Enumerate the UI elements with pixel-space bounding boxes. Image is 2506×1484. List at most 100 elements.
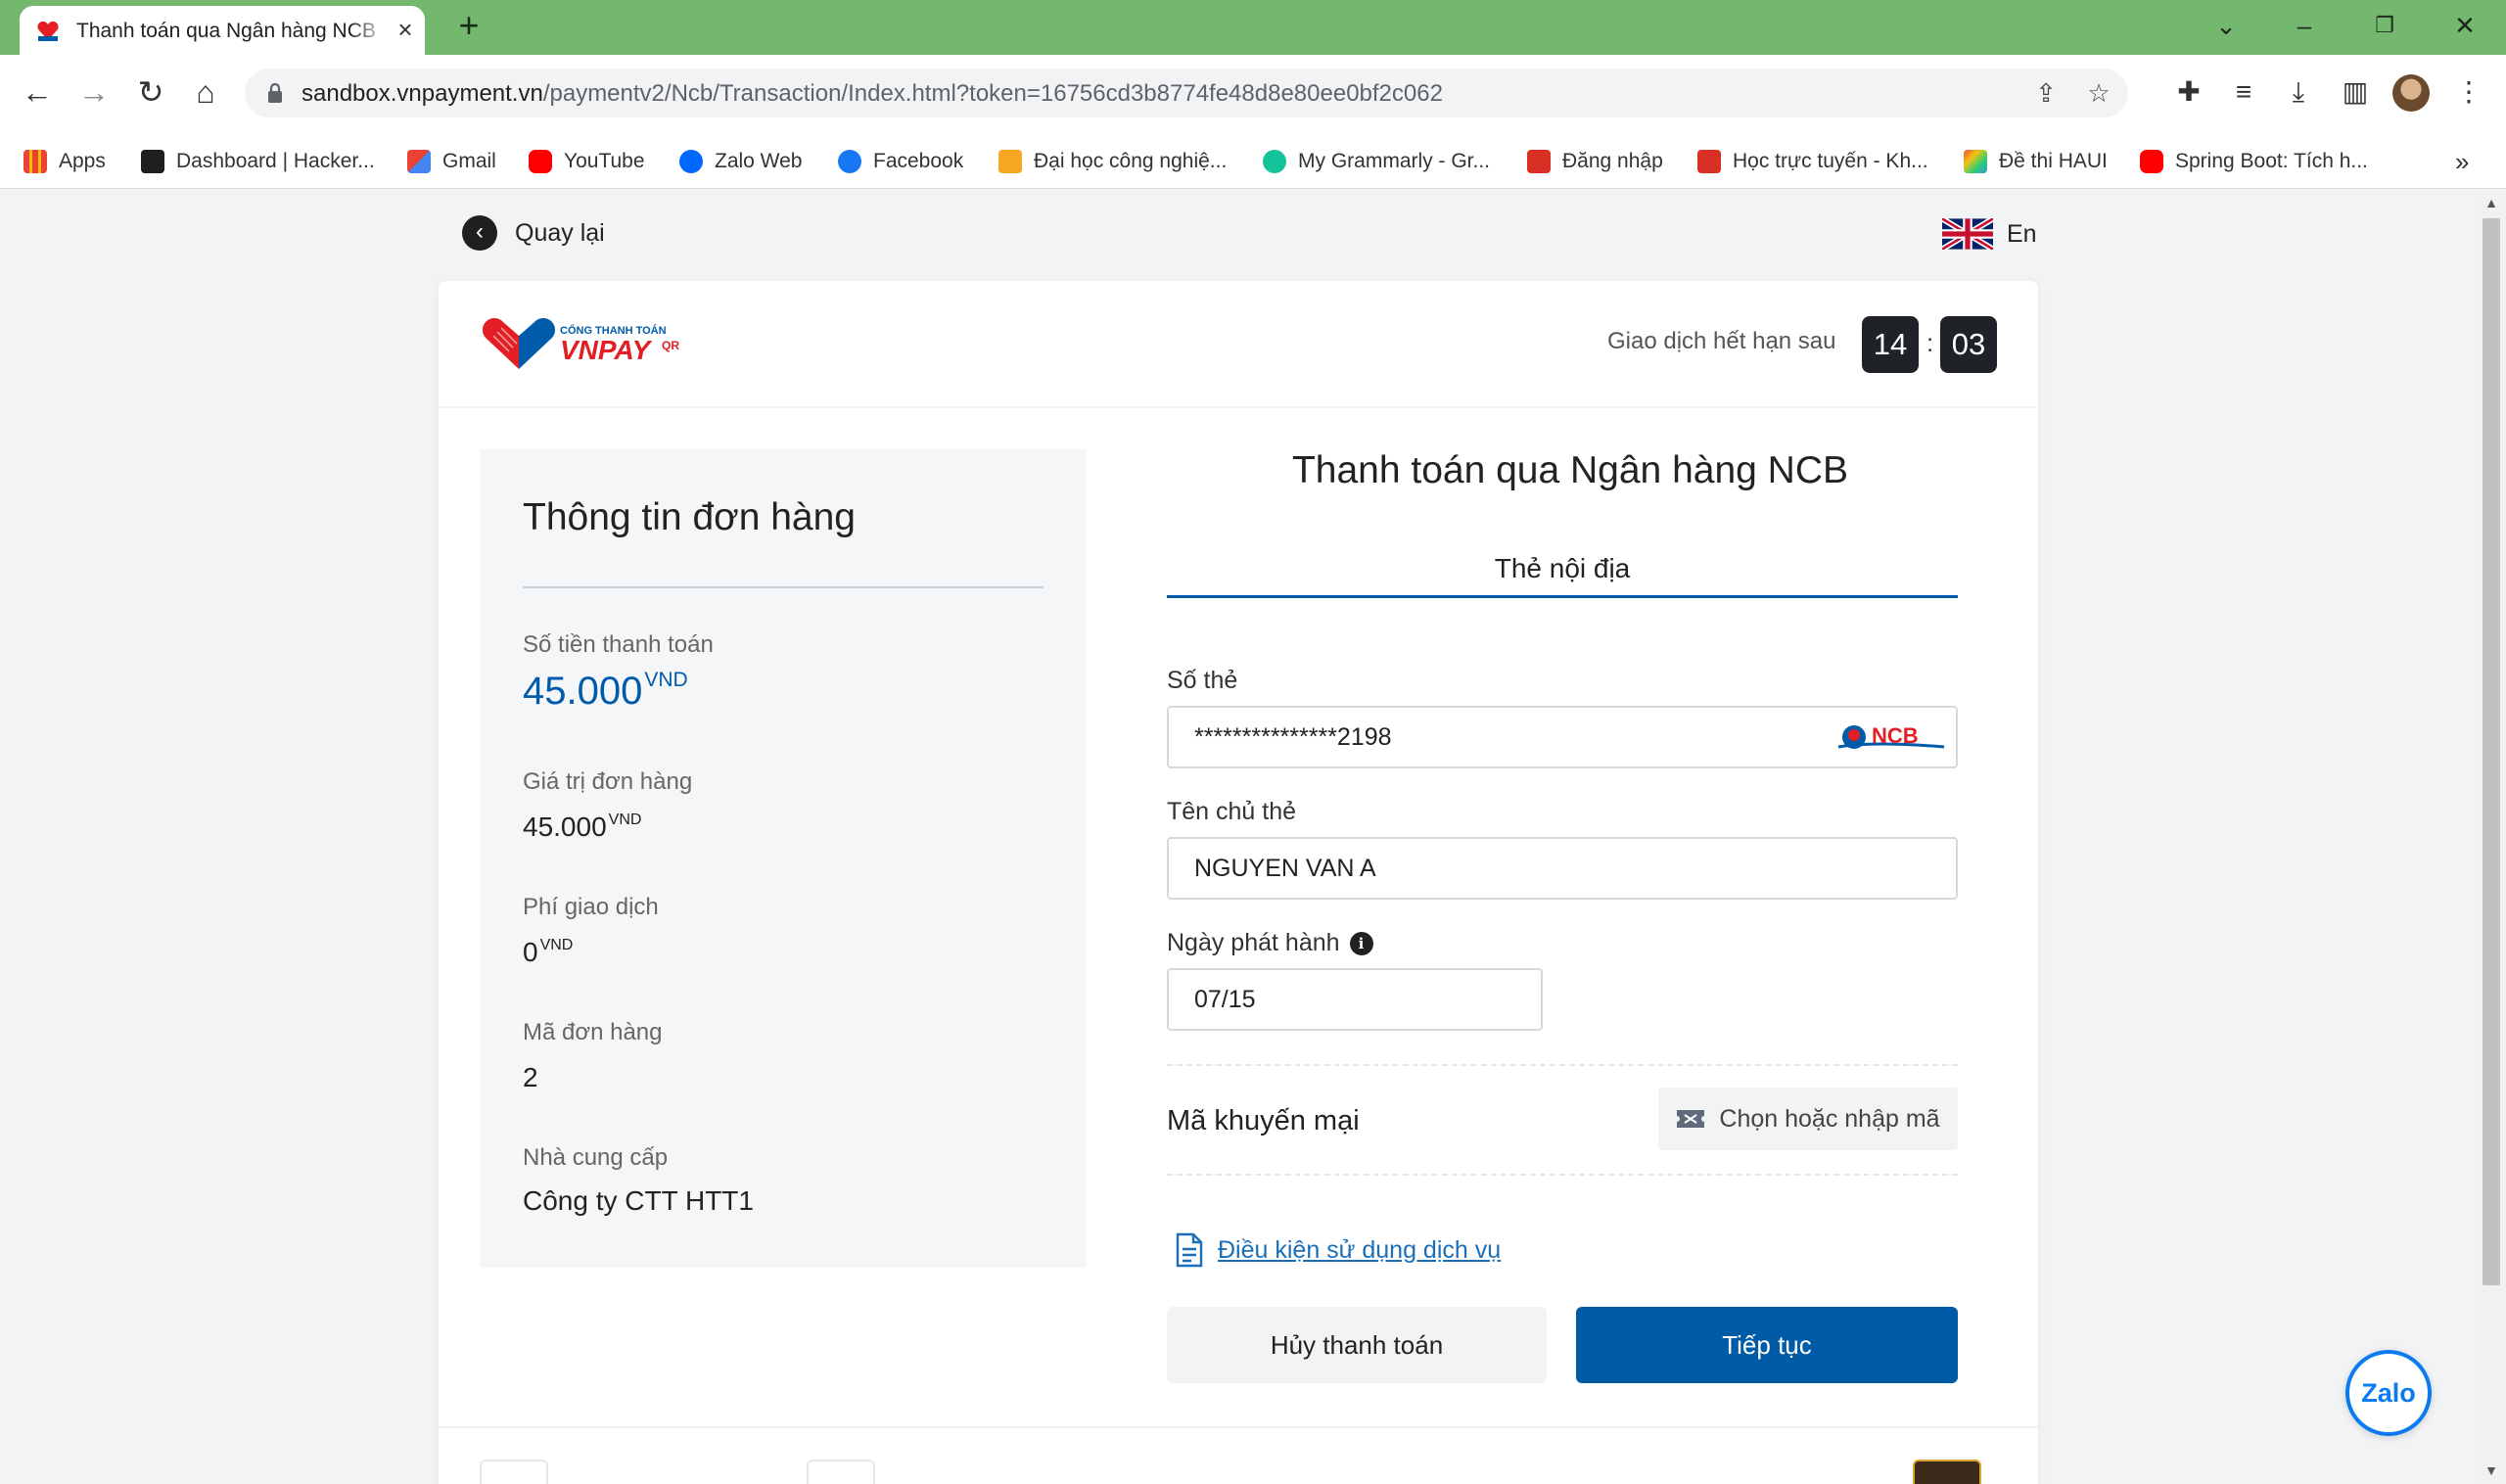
bookmark-star-icon[interactable]: ☆ (2083, 77, 2114, 109)
language-label: En (2007, 219, 2037, 248)
promo-label: Mã khuyến mại (1167, 1105, 1360, 1136)
download-icon[interactable]: ⤓ (2279, 72, 2318, 112)
back-arrow-icon[interactable]: ← (18, 72, 57, 112)
card-number-label: Số thẻ (1167, 667, 1238, 694)
share-icon[interactable]: ⇪ (2030, 77, 2062, 109)
card-footer-divider (439, 1426, 2038, 1428)
grammarly-icon (1263, 150, 1286, 173)
tab-close-icon[interactable]: × (392, 16, 419, 43)
hackerrank-icon (141, 150, 164, 173)
facebook-icon (838, 150, 861, 173)
gmail-icon (407, 150, 431, 173)
bookmark-youtube[interactable]: YouTube (529, 145, 645, 178)
bookmark-hackerrank[interactable]: Dashboard | Hacker... (141, 145, 375, 178)
bookmark-zalo-web[interactable]: Zalo Web (679, 145, 803, 178)
extensions-puzzle-icon[interactable]: ✚ (2169, 72, 2208, 112)
tab-strip: Thanh toán qua Ngân hàng NCB × + ⌄ – ❐ ✕ (0, 0, 2506, 55)
menu-kebab-icon[interactable]: ⋮ (2449, 72, 2488, 112)
bookmark-hoc-truc-tuyen[interactable]: Học trực tuyến - Kh... (1697, 145, 1928, 178)
order-value-label: Giá trị đơn hàng (523, 768, 693, 795)
terms-link[interactable]: Điều kiện sử dụng dịch vụ (1175, 1232, 1501, 1268)
url-text: sandbox.vnpayment.vn/paymentv2/Ncb/Trans… (302, 80, 1443, 107)
promo-divider-top (1167, 1064, 1958, 1066)
page-scrollbar[interactable]: ▲ ▼ (2477, 189, 2506, 1484)
issue-date-field[interactable]: 07/15 (1167, 968, 1543, 1031)
provider-value: Công ty CTT HTT1 (523, 1185, 754, 1216)
bookmarks-overflow-icon[interactable]: » (2455, 147, 2469, 177)
holder-name-field[interactable]: NGUYEN VAN A (1167, 837, 1958, 900)
reload-icon[interactable]: ↻ (131, 72, 170, 112)
colorful-icon (1964, 150, 1987, 173)
timer-separator: : (1926, 328, 1934, 357)
bookmark-apps[interactable]: Apps (23, 145, 106, 178)
restore-icon[interactable]: ❐ (2365, 8, 2404, 43)
order-id-label: Mã đơn hàng (523, 1019, 663, 1045)
issue-date-label-row: Ngày phát hành i (1167, 929, 1373, 957)
minimize-icon[interactable]: – (2285, 8, 2324, 43)
back-link[interactable]: ‹ Quay lại (462, 214, 605, 252)
order-value: 45.000 VND (523, 812, 642, 842)
browser-toolbar: ← → ↻ ⌂ sandbox.vnpayment.vn/paymentv2/N… (0, 55, 2506, 135)
order-info-title: Thông tin đơn hàng (523, 496, 856, 538)
browser-chrome: Thanh toán qua Ngân hàng NCB × + ⌄ – ❐ ✕… (0, 0, 2506, 189)
zalo-chat-button[interactable]: Zalo (2345, 1350, 2432, 1436)
tab-search-chevron-icon[interactable]: ⌄ (2206, 8, 2246, 43)
fee-label: Phí giao dịch (523, 894, 659, 920)
holder-name-label: Tên chủ thẻ (1167, 798, 1297, 825)
tab-domestic-card[interactable]: Thẻ nội địa (1167, 537, 1958, 598)
bookmark-dang-nhap[interactable]: Đăng nhập (1527, 145, 1663, 178)
media-queue-icon[interactable]: ≡ (2224, 72, 2263, 112)
amount-label: Số tiền thanh toán (523, 631, 714, 658)
card-number-value: ***************2198 (1194, 723, 1392, 751)
side-panel-icon[interactable]: ▥ (2336, 72, 2375, 112)
ticket-icon (1677, 1110, 1705, 1128)
bookmark-facebook[interactable]: Facebook (838, 145, 963, 178)
cancel-payment-button[interactable]: Hủy thanh toán (1167, 1307, 1547, 1383)
new-tab-button[interactable]: + (452, 8, 486, 43)
holder-name-value: NGUYEN VAN A (1194, 855, 1376, 882)
info-icon[interactable]: i (1349, 931, 1373, 955)
issue-date-value: 07/15 (1194, 986, 1256, 1013)
svg-text:QR: QR (662, 339, 679, 352)
youtube-icon (2140, 150, 2163, 173)
bookmark-gmail[interactable]: Gmail (407, 145, 496, 178)
document-icon (1176, 1232, 1203, 1268)
promo-divider-bottom (1167, 1174, 1958, 1176)
timer-minutes: 14 (1862, 316, 1919, 373)
order-id-value: 2 (523, 1062, 538, 1092)
youtube-icon (529, 150, 552, 173)
forward-arrow-icon[interactable]: → (74, 72, 114, 112)
bookmark-university[interactable]: Đại học công nghiệ... (998, 145, 1227, 178)
apps-grid-icon (23, 150, 47, 173)
bookmark-grammarly[interactable]: My Grammarly - Gr... (1263, 145, 1490, 178)
code-icon (1697, 150, 1721, 173)
bookmark-de-thi-haui[interactable]: Đề thi HAUI (1964, 145, 2108, 178)
scroll-up-arrow-icon[interactable]: ▲ (2477, 191, 2506, 214)
scroll-down-arrow-icon[interactable]: ▼ (2477, 1459, 2506, 1482)
fee-value: 0 VND (523, 937, 574, 967)
browser-tab-active[interactable]: Thanh toán qua Ngân hàng NCB × (20, 6, 425, 55)
card-number-field[interactable]: ***************2198 NCB (1167, 706, 1958, 768)
payment-card: CỔNG THANH TOÁN VNPAY QR Giao dịch hết h… (439, 281, 2038, 1484)
home-icon[interactable]: ⌂ (186, 72, 225, 112)
back-label: Quay lại (515, 218, 605, 247)
continue-button[interactable]: Tiếp tục (1576, 1307, 1958, 1383)
terms-link-text: Điều kiện sử dụng dịch vụ (1218, 1235, 1502, 1264)
bookmark-spring-boot[interactable]: Spring Boot: Tích h... (2140, 145, 2368, 178)
vnpay-qr-logo: CỔNG THANH TOÁN VNPAY QR (482, 317, 679, 369)
page-viewport: ‹ Quay lại En CỔNG THANH TOÁN VNPAY QR G… (0, 189, 2506, 1484)
promo-code-button[interactable]: Chọn hoặc nhập mã (1658, 1088, 1958, 1150)
profile-avatar[interactable] (2392, 74, 2430, 112)
promo-button-label: Chọn hoặc nhập mã (1719, 1104, 1940, 1133)
issue-date-label: Ngày phát hành (1167, 929, 1340, 956)
address-bar[interactable]: sandbox.vnpayment.vn/paymentv2/Ncb/Trans… (245, 69, 2128, 117)
svg-text:VNPAY: VNPAY (560, 335, 653, 365)
zalo-icon (679, 150, 703, 173)
language-switch[interactable]: En (1942, 216, 2037, 252)
scroll-thumb[interactable] (2483, 218, 2500, 1285)
footer-badge (1913, 1460, 1981, 1484)
provider-label: Nhà cung cấp (523, 1144, 669, 1171)
amount-value: 45.000VND (523, 669, 688, 713)
close-window-icon[interactable]: ✕ (2445, 8, 2484, 43)
university-icon (998, 150, 1022, 173)
